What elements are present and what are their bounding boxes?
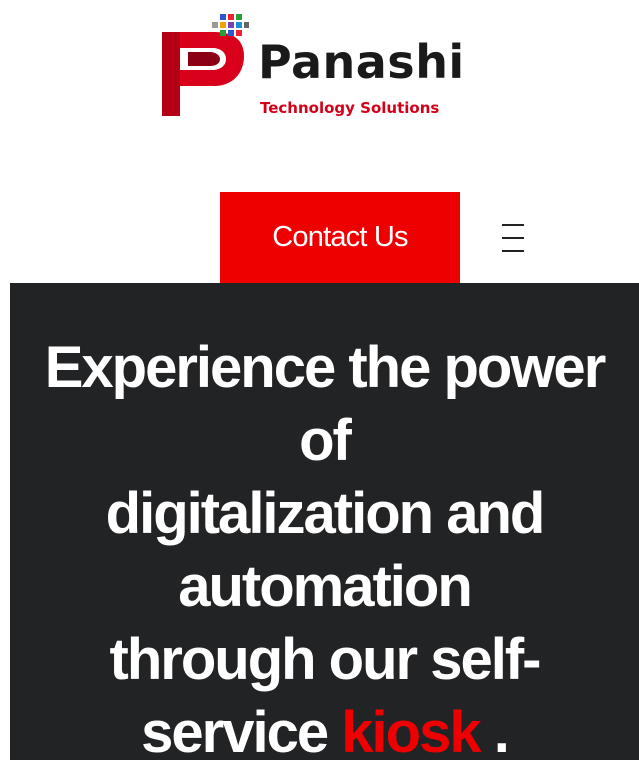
hamburger-menu-button[interactable] [496,216,532,260]
brand-tagline: Technology Solutions [260,99,440,117]
hero-line-6-suffix: . [479,700,510,765]
brand-logo[interactable]: Panashi Technology Solutions [158,12,503,122]
site-header: Panashi Technology Solutions Contact Us [0,0,639,283]
hero-line-2: of [299,408,352,473]
hero-line-6: service kiosk . [10,696,639,769]
panashi-logo-mark-icon [162,14,249,116]
hero-highlight-kiosk: kiosk [341,700,481,765]
hero-headline: Experience the power of digitalization a… [10,331,639,769]
hero-line-1: Experience the power [44,335,607,400]
hero-line-6-prefix: service [141,700,342,765]
hero-line-5: through our self- [109,627,542,692]
contact-us-button[interactable]: Contact Us [220,192,460,283]
brand-name: Panashi [258,35,465,89]
hero-line-4: automation [178,554,473,619]
hero-banner: Experience the power of digitalization a… [10,283,639,765]
hero-line-3: digitalization and [105,481,546,546]
